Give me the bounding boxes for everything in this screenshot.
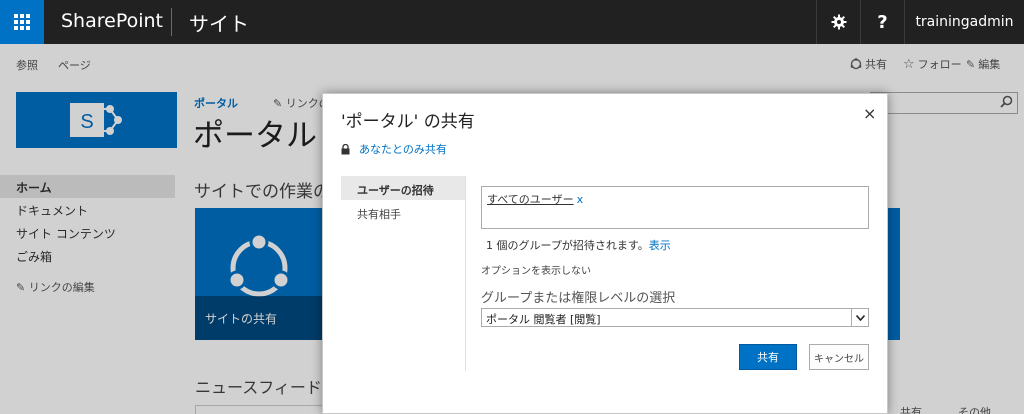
invite-count-text: 1 個のグループが招待されます。 bbox=[486, 239, 649, 252]
people-chip[interactable]: すべてのユーザー bbox=[487, 193, 574, 206]
share-button[interactable]: 共有 bbox=[739, 344, 797, 370]
invite-message: 1 個のグループが招待されます。表示 bbox=[486, 237, 671, 253]
chevron-down-icon bbox=[851, 309, 868, 326]
permission-value: ポータル 閲覧者 [閲覧] bbox=[486, 313, 601, 326]
tab-shared-with[interactable]: 共有相手 bbox=[341, 200, 465, 224]
people-picker-input[interactable]: すべてのユーザー x bbox=[481, 186, 869, 229]
hide-options-link[interactable]: オプションを表示しない bbox=[481, 262, 591, 277]
suite-divider bbox=[171, 8, 172, 36]
remove-chip-icon[interactable]: x bbox=[577, 193, 584, 206]
settings-button[interactable] bbox=[816, 0, 860, 44]
share-dialog: 'ポータル' の共有 × あなたとのみ共有 ユーザーの招待 共有相手 すべてのユ… bbox=[322, 93, 888, 414]
suite-site-label[interactable]: サイト bbox=[189, 8, 249, 37]
lock-icon bbox=[341, 143, 350, 154]
waffle-icon bbox=[14, 14, 30, 30]
show-link[interactable]: 表示 bbox=[649, 239, 671, 252]
cancel-button[interactable]: キャンセル bbox=[809, 344, 869, 370]
shared-with-label: あなたとのみ共有 bbox=[359, 143, 447, 156]
brand-name[interactable]: SharePoint bbox=[61, 10, 163, 32]
permission-label: グループまたは権限レベルの選択 bbox=[481, 291, 676, 306]
app-launcher-button[interactable] bbox=[0, 0, 44, 44]
help-button[interactable]: ? bbox=[860, 0, 904, 44]
close-icon[interactable]: × bbox=[863, 104, 876, 123]
gear-icon bbox=[831, 14, 846, 30]
permission-select[interactable]: ポータル 閲覧者 [閲覧] bbox=[481, 308, 869, 327]
dialog-title: 'ポータル' の共有 bbox=[341, 112, 475, 132]
dialog-tabs: ユーザーの招待 共有相手 bbox=[341, 176, 466, 371]
shared-with-link[interactable]: あなたとのみ共有 bbox=[341, 141, 447, 157]
user-menu[interactable]: trainingadmin bbox=[904, 0, 1024, 44]
suite-bar: SharePoint サイト ? trainingadmin bbox=[0, 0, 1024, 44]
tab-invite-people[interactable]: ユーザーの招待 bbox=[341, 176, 465, 200]
